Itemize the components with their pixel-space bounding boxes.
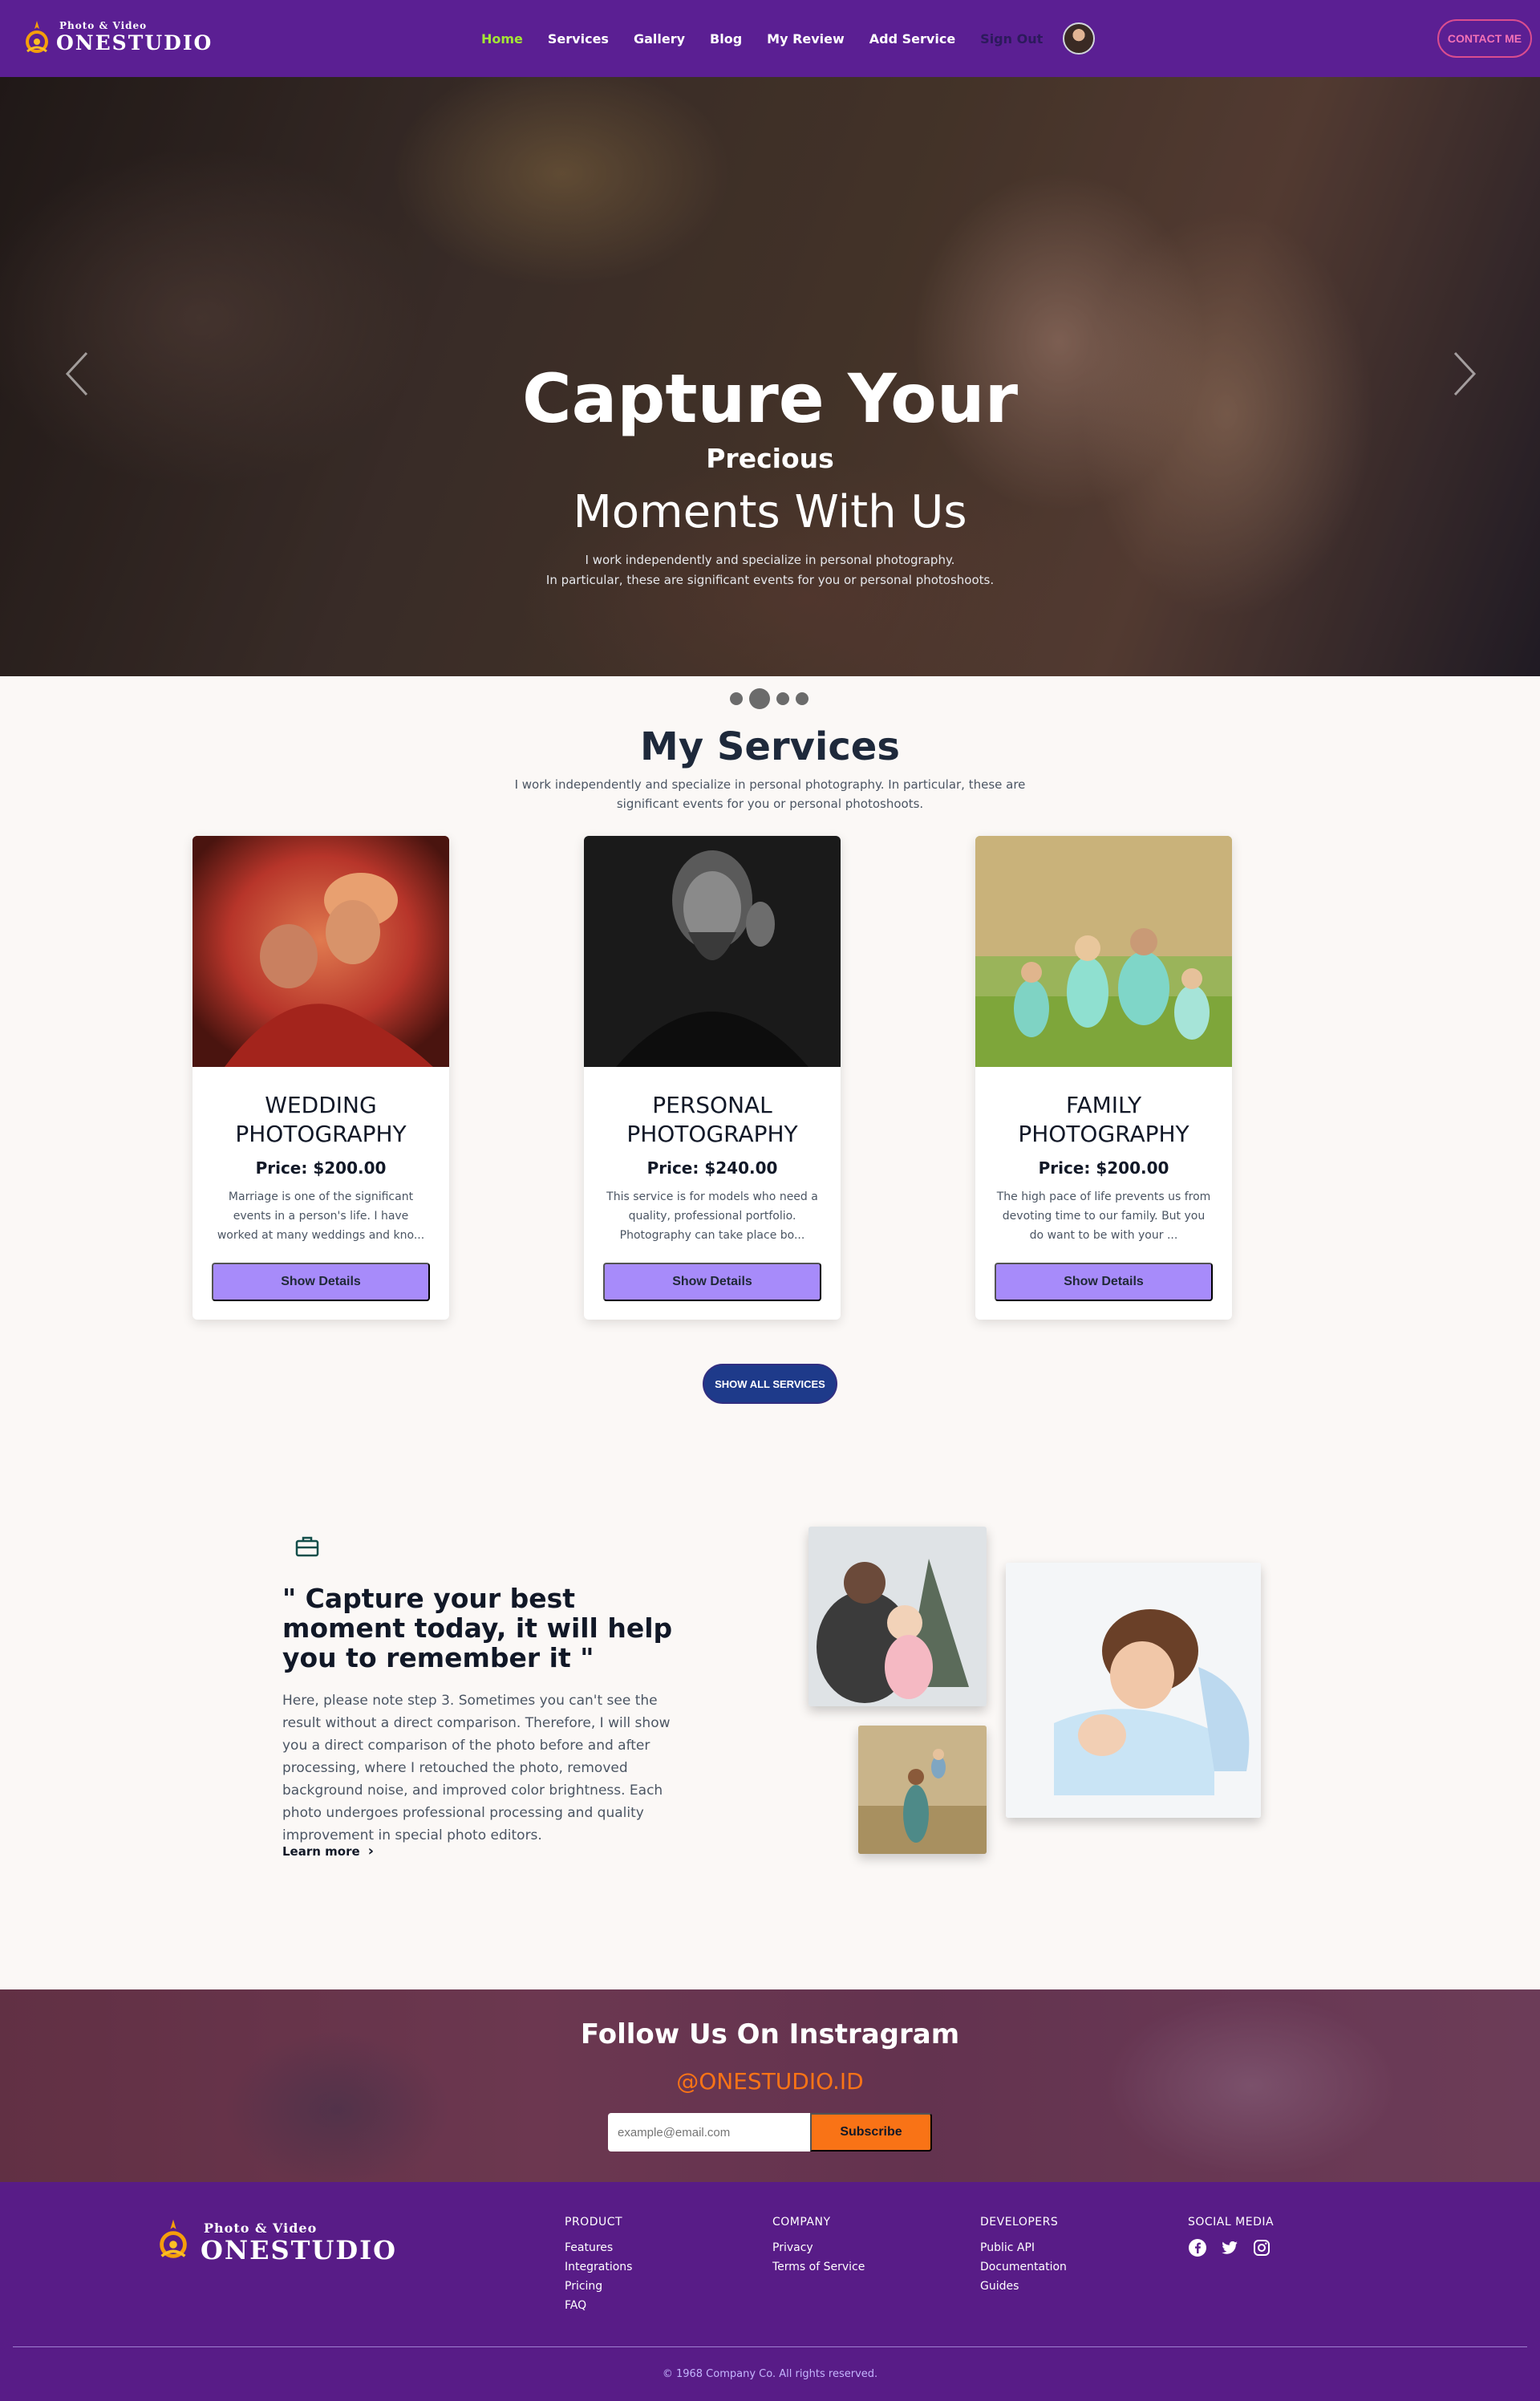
card-price: Price: $240.00 <box>646 1158 778 1178</box>
carousel-indicators <box>730 688 815 709</box>
social-icons <box>1188 2238 1284 2257</box>
wedding-photo <box>192 836 449 1067</box>
footer-link-pricing[interactable]: Pricing <box>565 2277 632 2296</box>
about-text: Here, please note step 3. Sometimes you … <box>282 1693 671 1843</box>
contact-me-button[interactable]: CONTACT ME <box>1437 19 1532 58</box>
footer-brand-logo[interactable]: Photo & Video ONESTUDIO <box>154 2216 395 2272</box>
hero-title: Capture Your <box>521 359 1019 438</box>
card-title: FAMILY PHOTOGRAPHY <box>1018 1092 1189 1147</box>
services-description: I work independently and specialize in p… <box>514 777 1026 811</box>
nav-link-gallery[interactable]: Gallery <box>634 31 685 47</box>
mother-baby-photo <box>1006 1563 1261 1818</box>
hero-description-line2: In particular, these are significant eve… <box>545 573 995 587</box>
service-card-wedding: WEDDING PHOTOGRAPHY Price: $200.00 Marri… <box>192 836 449 1320</box>
twitter-icon[interactable] <box>1220 2238 1239 2257</box>
footer-link-features[interactable]: Features <box>565 2238 632 2257</box>
card-description: The high pace of life prevents us from d… <box>996 1190 1211 1242</box>
footer-heading: COMPANY <box>772 2216 831 2229</box>
instagram-subscribe-section: Follow Us On Instragram @ONESTUDIO.ID Su… <box>0 1989 1540 2182</box>
chevron-right-icon: › <box>367 1843 375 1860</box>
footer-col-developers: DEVELOPERS Public API Documentation Guid… <box>980 2216 1067 2296</box>
instagram-title: Follow Us On Instragram <box>580 2018 960 2050</box>
footer-link-documentation[interactable]: Documentation <box>980 2257 1067 2277</box>
brand-tagline: Photo & Video <box>204 2221 318 2236</box>
brand-tagline: Photo & Video <box>59 20 148 31</box>
carousel-dot[interactable] <box>730 692 743 705</box>
brand-name: ONESTUDIO <box>201 2235 397 2265</box>
hero-subtitle: Precious <box>706 443 834 474</box>
hero-carousel: Capture Your Precious Moments With Us I … <box>0 77 1540 676</box>
footer-link-privacy[interactable]: Privacy <box>772 2238 865 2257</box>
personal-photo <box>584 836 841 1067</box>
show-details-button[interactable]: Show Details <box>995 1263 1213 1301</box>
card-title: PERSONAL PHOTOGRAPHY <box>626 1092 798 1147</box>
card-description: This service is for models who need a qu… <box>606 1190 818 1242</box>
facebook-icon[interactable] <box>1188 2238 1207 2257</box>
footer-heading: SOCIAL MEDIA <box>1188 2216 1275 2229</box>
brand-logo[interactable]: Photo & Video ONESTUDIO <box>21 18 211 59</box>
footer-col-company: COMPANY Privacy Terms of Service <box>772 2216 865 2277</box>
logo-mark-icon <box>26 21 48 53</box>
footer-link-terms[interactable]: Terms of Service <box>772 2257 865 2277</box>
instagram-icon[interactable] <box>1252 2238 1271 2257</box>
nav-link-add-service[interactable]: Add Service <box>869 31 955 47</box>
hero-description: I work independently and specialize in p… <box>0 550 1540 590</box>
card-title: WEDDING PHOTOGRAPHY <box>235 1092 407 1147</box>
footer-link-faq[interactable]: FAQ <box>565 2296 632 2315</box>
mother-daughter-photo <box>808 1527 987 1706</box>
footer-link-guides[interactable]: Guides <box>980 2277 1067 2296</box>
nav-link-sign-out[interactable]: Sign Out <box>980 31 1043 47</box>
footer-link-public-api[interactable]: Public API <box>980 2238 1067 2257</box>
nav-link-services[interactable]: Services <box>548 31 609 47</box>
carousel-dot[interactable] <box>796 692 808 705</box>
quote-heading: " Capture your best moment today, it wil… <box>282 1583 673 1673</box>
nav-link-my-review[interactable]: My Review <box>767 31 845 47</box>
logo-mark-icon <box>160 2219 187 2258</box>
hero-description-line1: I work independently and specialize in p… <box>585 553 955 567</box>
subscribe-button[interactable]: Subscribe <box>810 2113 932 2152</box>
learn-more-label: Learn more <box>282 1843 360 1859</box>
card-price: Price: $200.00 <box>255 1158 387 1178</box>
nav-link-blog[interactable]: Blog <box>710 31 742 47</box>
show-details-button[interactable]: Show Details <box>603 1263 821 1301</box>
footer-link-integrations[interactable]: Integrations <box>565 2257 632 2277</box>
user-avatar[interactable] <box>1063 22 1096 55</box>
footer-copyright: © 1968 Company Co. All rights reserved. <box>662 2368 878 2380</box>
footer: Photo & Video ONESTUDIO PRODUCT Features… <box>0 2182 1540 2401</box>
footer-heading: PRODUCT <box>565 2216 623 2229</box>
service-card-family: FAMILY PHOTOGRAPHY Price: $200.00 The hi… <box>975 836 1232 1320</box>
show-details-button[interactable]: Show Details <box>212 1263 430 1301</box>
service-card-personal: PERSONAL PHOTOGRAPHY Price: $240.00 This… <box>584 836 841 1320</box>
main-nav: Home Services Gallery Blog My Review Add… <box>481 22 1096 55</box>
briefcase-icon <box>295 1536 319 1557</box>
brand-name: ONESTUDIO <box>56 31 213 55</box>
card-price: Price: $200.00 <box>1038 1158 1169 1178</box>
footer-col-social: SOCIAL MEDIA <box>1188 2216 1284 2257</box>
family-photo <box>975 836 1232 1067</box>
nav-link-home[interactable]: Home <box>481 31 523 47</box>
services-title: My Services <box>640 724 900 769</box>
hero-title-line2: Moments With Us <box>573 486 967 538</box>
top-navbar: Photo & Video ONESTUDIO Home Services Ga… <box>0 0 1540 77</box>
carousel-dot[interactable] <box>776 692 789 705</box>
learn-more-link[interactable]: Learn more › <box>282 1843 374 1860</box>
footer-col-product: PRODUCT Features Integrations Pricing FA… <box>565 2216 632 2315</box>
show-all-services-button[interactable]: SHOW ALL SERVICES <box>703 1364 837 1404</box>
carousel-dot-active[interactable] <box>749 688 770 709</box>
instagram-handle[interactable]: @ONESTUDIO.ID <box>0 2068 1540 2095</box>
mother-field-photo <box>858 1726 987 1854</box>
card-description: Marriage is one of the significant event… <box>217 1190 425 1242</box>
footer-divider <box>13 2346 1527 2347</box>
footer-heading: DEVELOPERS <box>980 2216 1059 2229</box>
email-input[interactable] <box>608 2113 810 2152</box>
